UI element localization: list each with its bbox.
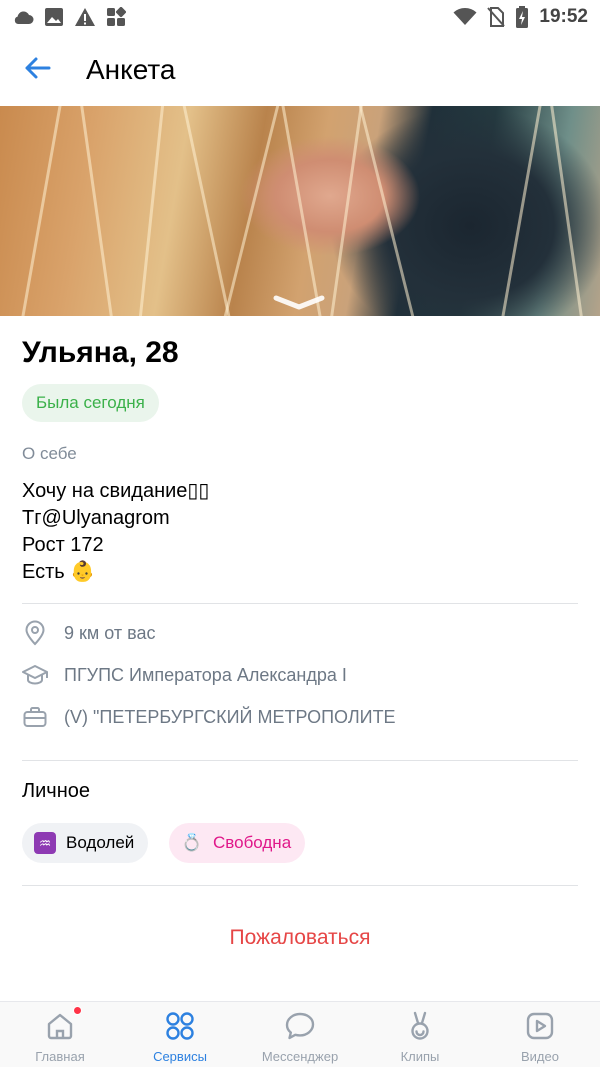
nav-services[interactable]: Сервисы — [120, 1002, 240, 1067]
about-line: Рост 172 — [22, 534, 104, 556]
nav-video-label: Видео — [521, 1049, 559, 1064]
battery-charging-icon — [515, 6, 529, 28]
nav-video[interactable]: Видео — [480, 1002, 600, 1067]
wifi-icon — [453, 8, 477, 26]
online-status-badge: Была сегодня — [22, 384, 159, 422]
apps-icon — [106, 7, 126, 27]
status-time: 19:52 — [539, 6, 588, 27]
nav-clips[interactable]: Клипы — [360, 1002, 480, 1067]
divider — [22, 760, 578, 761]
briefcase-icon — [22, 704, 48, 730]
info-education-text: ПГУПС Императора Александра I — [64, 664, 347, 685]
info-distance-text: 9 км от вас — [64, 622, 156, 643]
image-icon — [44, 7, 64, 27]
about-line: Тг@Ulyanagrom — [22, 507, 170, 529]
nav-home[interactable]: Главная — [0, 1002, 120, 1067]
relationship-chip-label: Свободна — [213, 833, 292, 852]
info-row-education[interactable]: ПГУПС Императора Александра I — [22, 660, 347, 690]
relationship-chip: 💍 Свободна — [169, 823, 306, 863]
no-sim-icon — [487, 7, 506, 27]
zodiac-chip: ♒ Водолей — [22, 823, 149, 863]
info-work-text: (V) "ПЕТЕРБУРГСКИЙ МЕТРОПОЛИТЕ — [64, 706, 396, 727]
aquarius-icon: ♒ — [34, 832, 56, 854]
messenger-icon — [284, 1011, 316, 1046]
arrow-left-icon — [23, 56, 51, 85]
about-text: Хочу на свидание▯▯ Тг@Ulyanagrom Рост 17… — [22, 478, 209, 586]
nav-messenger-label: Мессенджер — [261, 1049, 339, 1064]
personal-section-title: Личное — [22, 780, 91, 802]
home-icon — [45, 1011, 75, 1046]
cloud-icon — [12, 9, 34, 25]
graduation-cap-icon — [22, 662, 48, 688]
divider — [22, 885, 578, 886]
profile-photo[interactable] — [0, 106, 600, 316]
about-line: Хочу на свидание▯▯ — [22, 480, 210, 502]
chevron-down-icon — [272, 295, 326, 316]
warning-icon — [74, 7, 96, 27]
info-row-work[interactable]: (V) "ПЕТЕРБУРГСКИЙ МЕТРОПОЛИТЕ — [22, 702, 396, 732]
back-button[interactable] — [0, 34, 74, 106]
zodiac-chip-label: Водолей — [66, 833, 135, 852]
status-bar: 19:52 — [0, 0, 600, 34]
location-pin-icon — [22, 620, 48, 646]
nav-clips-label: Клипы — [400, 1049, 440, 1064]
photo-collapse-handle[interactable] — [272, 292, 326, 316]
about-label: О себе — [22, 444, 77, 463]
divider — [22, 603, 578, 604]
video-icon — [525, 1011, 555, 1046]
nav-services-label: Сервисы — [153, 1049, 207, 1064]
clips-icon — [405, 1011, 435, 1046]
report-button[interactable]: Пожаловаться — [22, 926, 578, 950]
notification-dot — [73, 1006, 82, 1015]
page-title: Анкета — [86, 54, 176, 85]
top-app-bar: Анкета — [0, 34, 600, 106]
about-line: Есть 👶 — [22, 561, 96, 583]
info-row-distance: 9 км от вас — [22, 618, 156, 648]
services-icon — [165, 1011, 195, 1046]
ring-icon: 💍 — [181, 833, 203, 852]
nav-home-label: Главная — [35, 1049, 85, 1064]
profile-name-age: Ульяна, 28 — [22, 336, 179, 369]
nav-messenger[interactable]: Мессенджер — [240, 1002, 360, 1067]
bottom-navigation: Главная Сервисы Мессенджер Клипы Видео — [0, 1001, 600, 1067]
